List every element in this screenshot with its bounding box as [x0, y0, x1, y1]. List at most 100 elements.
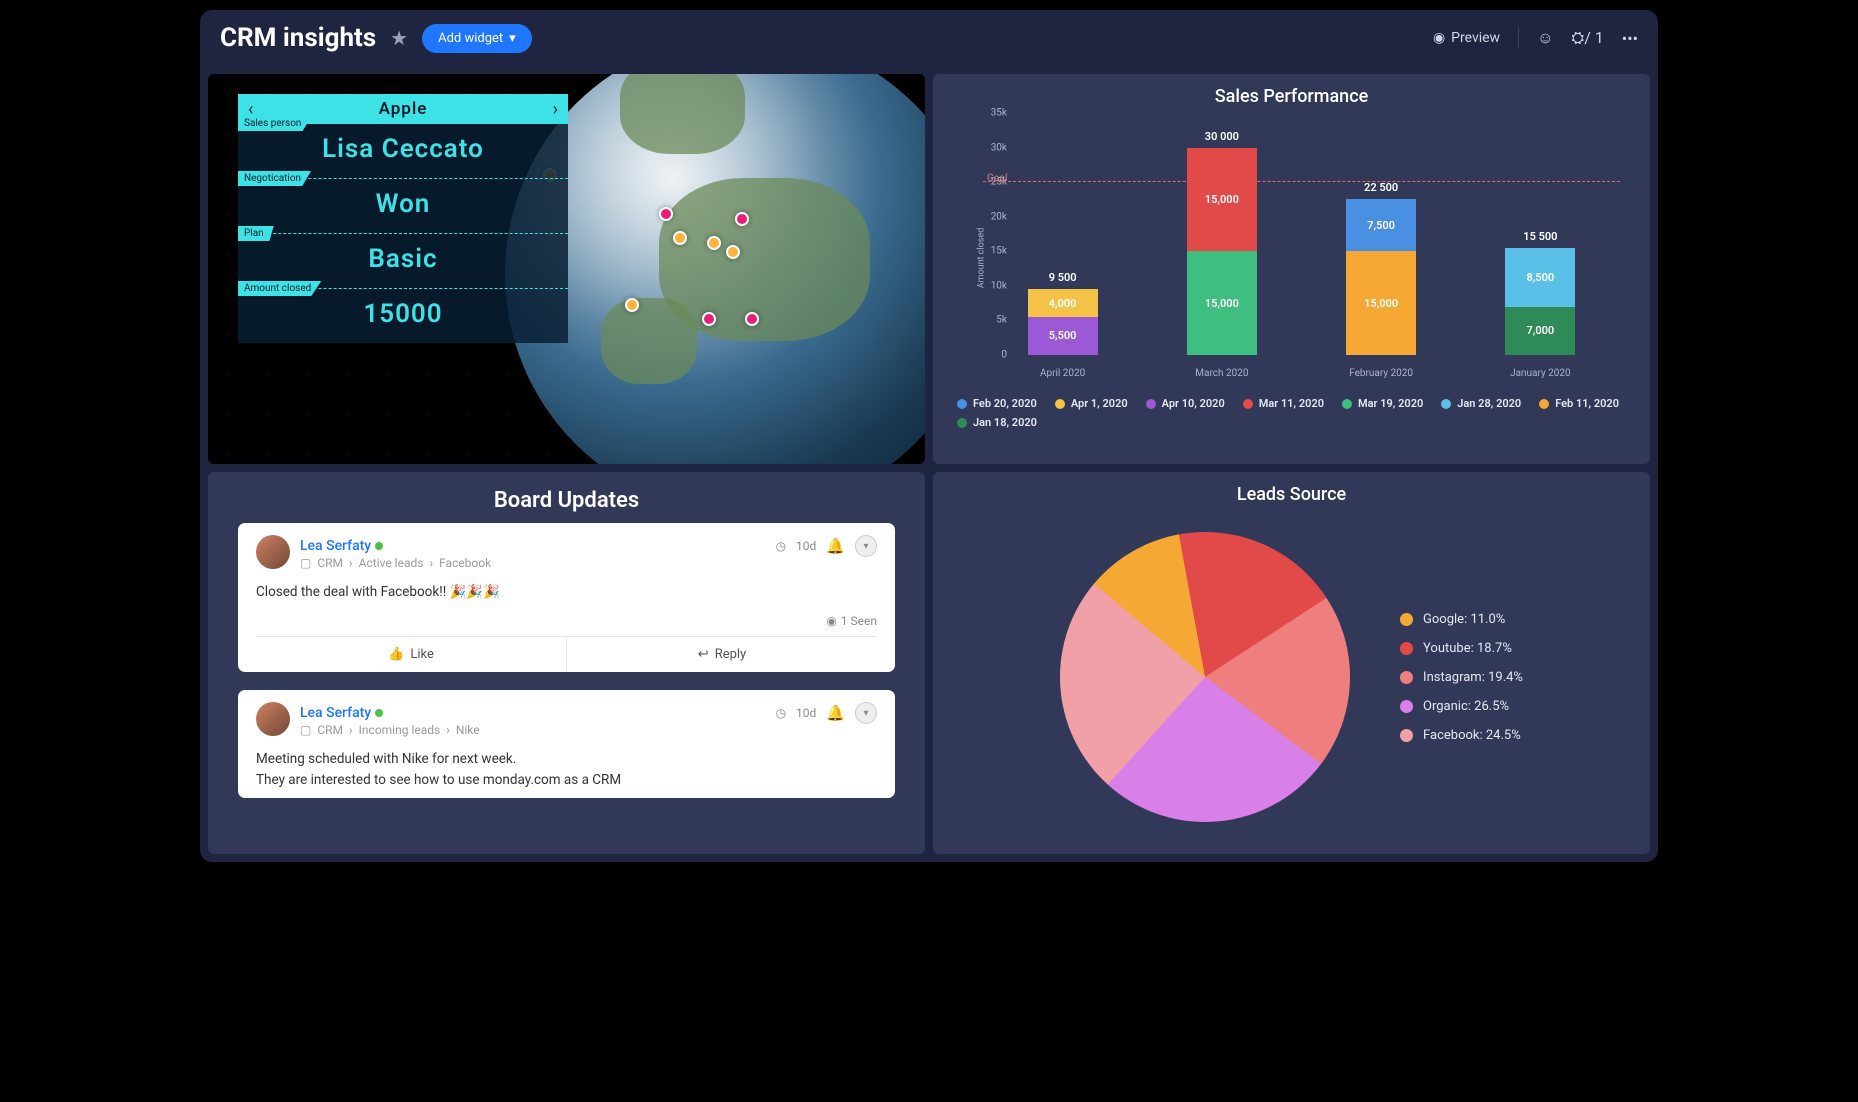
update-time: 10d [796, 539, 816, 553]
map-pin[interactable] [625, 298, 639, 312]
pie-chart [1060, 532, 1350, 822]
pie-legend: Google: 11.0% Youtube: 18.7% Instagram: 19… [1400, 612, 1523, 743]
bar-segment: 4,000 [1028, 289, 1098, 317]
bars-container: 5,5004,0009 50015,00015,00030 00015,0007… [983, 113, 1620, 355]
legend-label: Jan 28, 2020 [1457, 397, 1521, 410]
people-icon[interactable]: ⛭/ 1 [1571, 28, 1603, 48]
lead-info-card: ‹ Apple › Sales person Lisa CeccatoNegot… [238, 94, 568, 343]
globe[interactable] [505, 74, 925, 464]
update-menu-button[interactable]: ▾ [855, 535, 877, 557]
bar-segment: 15,000 [1346, 251, 1416, 355]
map-pin[interactable] [735, 212, 749, 226]
legend-label: Mar 19, 2020 [1358, 397, 1423, 410]
crumb[interactable]: CRM [317, 556, 343, 570]
pie-legend-label: Organic: 26.5% [1423, 699, 1509, 714]
pie-legend-label: Facebook: 24.5% [1423, 728, 1521, 743]
info-label: Negotication [238, 171, 311, 186]
legend-label: Feb 11, 2020 [1555, 397, 1619, 410]
legend-label: Jan 18, 2020 [973, 416, 1037, 429]
add-widget-label: Add widget [438, 31, 503, 46]
update-header: Lea Serfaty ▢ CRM › Incoming leads › Nik… [256, 702, 877, 737]
board-icon: ▢ [300, 556, 311, 570]
legend-item: Feb 20, 2020 [957, 397, 1037, 410]
bar-group[interactable]: 5,5004,0009 500 [1028, 289, 1098, 355]
crumb[interactable]: Facebook [439, 556, 491, 570]
update-header: Lea Serfaty ▢ CRM › Active leads › Faceb… [256, 535, 877, 570]
more-menu-icon[interactable]: ••• [1622, 29, 1638, 48]
avatar[interactable] [256, 535, 290, 569]
pie-legend-dot [1400, 613, 1413, 626]
bar-segment: 7,500 [1346, 199, 1416, 251]
bar-total: 22 500 [1364, 181, 1398, 194]
dashboard-grid: ‹ Apple › Sales person Lisa CeccatoNegot… [200, 66, 1658, 862]
seen-row: ◉1 Seen [256, 610, 877, 636]
divider [1518, 27, 1519, 49]
info-label: Sales person [238, 116, 311, 131]
next-lead-icon[interactable]: › [553, 99, 558, 120]
bell-icon[interactable]: 🔔 [826, 537, 845, 555]
crumb[interactable]: Incoming leads [359, 723, 441, 737]
info-company: Apple [379, 99, 428, 119]
pie-legend-item: Instagram: 19.4% [1400, 670, 1523, 685]
people-count: / 1 [1584, 28, 1604, 47]
bar-segment: 5,500 [1028, 317, 1098, 355]
leads-source-widget: Leads Source Google: 11.0%Youtube: 18.7%… [933, 472, 1650, 854]
chart-legend: Feb 20, 2020Apr 1, 2020Apr 10, 2020Mar 1… [933, 393, 1650, 439]
bar-chart: Amount closed 05k10k15k20k25k30k35k Goal… [983, 113, 1620, 393]
comment-icon[interactable]: ☺ [1537, 28, 1553, 48]
online-status-icon [375, 542, 383, 550]
map-pin[interactable] [659, 207, 673, 221]
update-author[interactable]: Lea Serfaty [300, 705, 371, 721]
legend-label: Apr 1, 2020 [1071, 397, 1128, 410]
crumb[interactable]: Nike [456, 723, 480, 737]
x-label: April 2020 [1028, 368, 1098, 379]
preview-button[interactable]: ◉ Preview [1433, 30, 1500, 46]
pie-legend-label: Instagram: 19.4% [1423, 670, 1523, 685]
bar-total: 9 500 [1049, 271, 1077, 284]
board-updates-widget: Board Updates Lea Serfaty ▢ CRM › Active… [208, 472, 925, 854]
info-value: Basic [238, 244, 568, 274]
legend-dot [1055, 399, 1065, 409]
bar-group[interactable]: 15,00015,00030 000 [1187, 148, 1257, 355]
crumb[interactable]: Active leads [359, 556, 424, 570]
like-button[interactable]: 👍Like [256, 637, 566, 672]
pie-legend-item: Google: 11.0% [1400, 612, 1523, 627]
legend-item: Jan 18, 2020 [957, 416, 1037, 429]
favorite-star-icon[interactable]: ★ [390, 26, 408, 50]
pie-legend-label: Youtube: 18.7% [1423, 641, 1512, 656]
info-label: Amount closed [238, 281, 321, 296]
info-row: Negotication Won [238, 178, 568, 233]
map-pin[interactable] [673, 231, 687, 245]
legend-dot [957, 399, 967, 409]
update-actions: 👍Like ↩Reply [256, 636, 877, 672]
x-axis: April 2020March 2020February 2020January… [983, 368, 1620, 379]
update-time: 10d [796, 706, 816, 720]
chevron-down-icon: ▾ [509, 31, 516, 46]
info-value: Won [238, 189, 568, 219]
clock-icon: ◷ [776, 539, 786, 553]
reply-button[interactable]: ↩Reply [566, 637, 877, 672]
add-widget-button[interactable]: Add widget ▾ [422, 24, 532, 53]
crumb[interactable]: CRM [317, 723, 343, 737]
update-author[interactable]: Lea Serfaty [300, 538, 371, 554]
sales-performance-widget: Sales Performance Amount closed 05k10k15… [933, 74, 1650, 464]
legend-item: Apr 1, 2020 [1055, 397, 1128, 410]
update-menu-button[interactable]: ▾ [855, 702, 877, 724]
legend-dot [1146, 399, 1156, 409]
avatar[interactable] [256, 702, 290, 736]
update-meta: ◷10d 🔔 ▾ [776, 702, 877, 724]
info-value: Lisa Ceccato [238, 134, 568, 164]
map-widget: ‹ Apple › Sales person Lisa CeccatoNegot… [208, 74, 925, 464]
bell-icon[interactable]: 🔔 [826, 704, 845, 722]
legend-label: Feb 20, 2020 [973, 397, 1037, 410]
bar-group[interactable]: 15,0007,50022 500 [1346, 199, 1416, 355]
pie-legend-dot [1400, 729, 1413, 742]
map-pin[interactable] [707, 236, 721, 250]
info-row: Sales person Lisa Ceccato [238, 124, 568, 178]
pie-legend-label: Google: 11.0% [1423, 612, 1505, 627]
legend-item: Mar 19, 2020 [1342, 397, 1423, 410]
chart-title: Sales Performance [933, 74, 1650, 113]
map-pin[interactable] [726, 245, 740, 259]
legend-item: Feb 11, 2020 [1539, 397, 1619, 410]
bar-group[interactable]: 7,0008,50015 500 [1505, 248, 1575, 355]
